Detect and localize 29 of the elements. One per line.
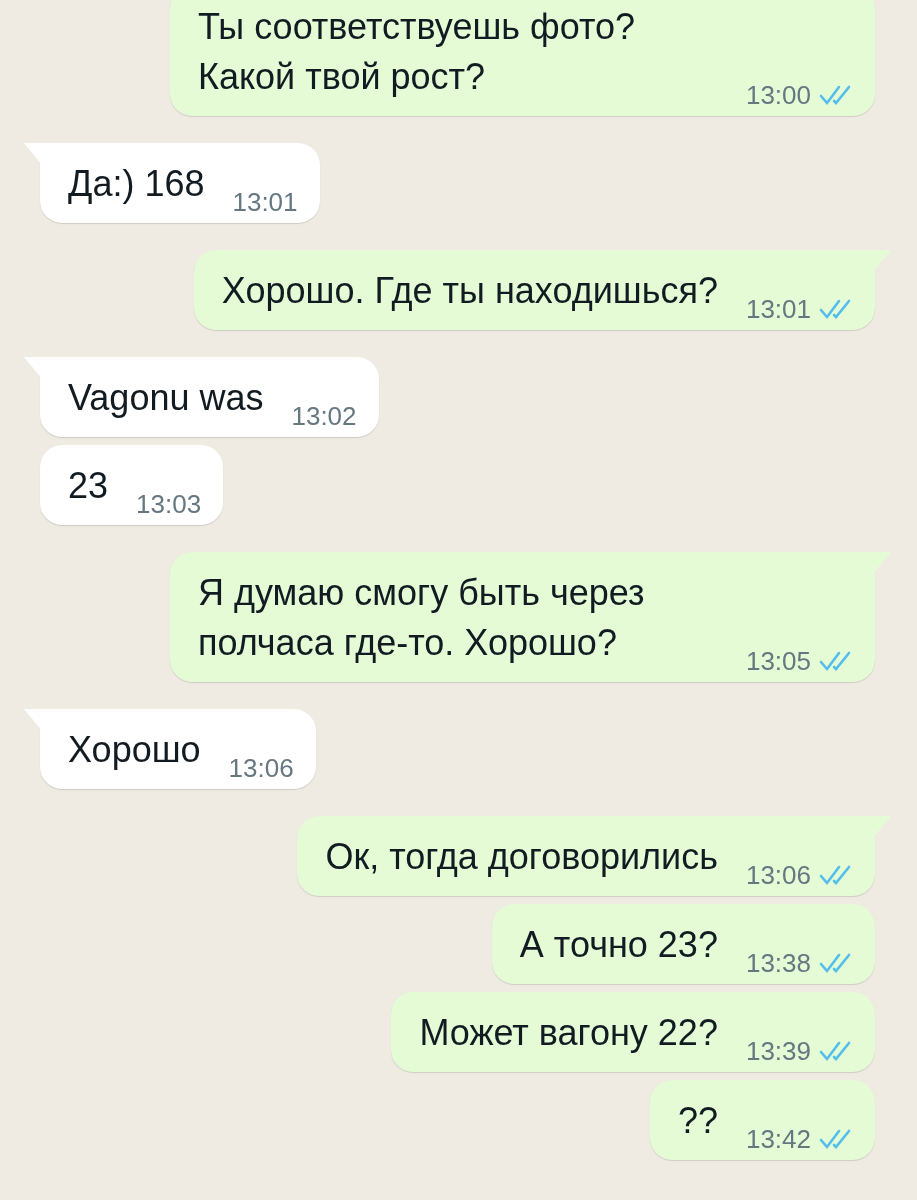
message-time: 13:39 — [745, 1036, 811, 1066]
message-text: Хорошо — [68, 728, 201, 772]
message-time: 13:02 — [291, 401, 357, 431]
message-text: А точно 23? — [519, 923, 718, 967]
message-time: 13:05 — [745, 646, 811, 676]
message-time: 13:06 — [745, 860, 811, 890]
message-text: Хорошо. Где ты находишься? — [221, 269, 718, 313]
message-text: Ок, тогда договорились — [325, 835, 718, 879]
double-check-icon — [819, 649, 853, 673]
message-text: ?? — [677, 1099, 718, 1143]
message-time: 13:01 — [232, 187, 298, 217]
message-text: Vagonu was — [68, 376, 264, 420]
message-text: Может вагону 22? — [419, 1011, 718, 1055]
double-check-icon — [819, 863, 853, 887]
message-time: 13:01 — [745, 294, 811, 324]
message-text: Ты соответствуешь фото? Какой твой рост? — [197, 5, 637, 99]
double-check-icon — [819, 297, 853, 321]
message-time: 13:38 — [745, 948, 811, 978]
double-check-icon — [819, 1039, 853, 1063]
message-time: 13:06 — [228, 753, 294, 783]
double-check-icon — [819, 951, 853, 975]
message-time: 13:00 — [745, 80, 811, 110]
message-time: 13:03 — [136, 489, 202, 519]
message-text: 23 — [68, 464, 109, 508]
double-check-icon — [819, 83, 853, 107]
double-check-icon — [819, 1127, 853, 1151]
message-text: Я думаю смогу быть через полчаса где-то. Хорошо? — [197, 571, 646, 665]
message-time: 13:42 — [745, 1124, 811, 1154]
message-text: Да:) 168 — [68, 162, 205, 206]
